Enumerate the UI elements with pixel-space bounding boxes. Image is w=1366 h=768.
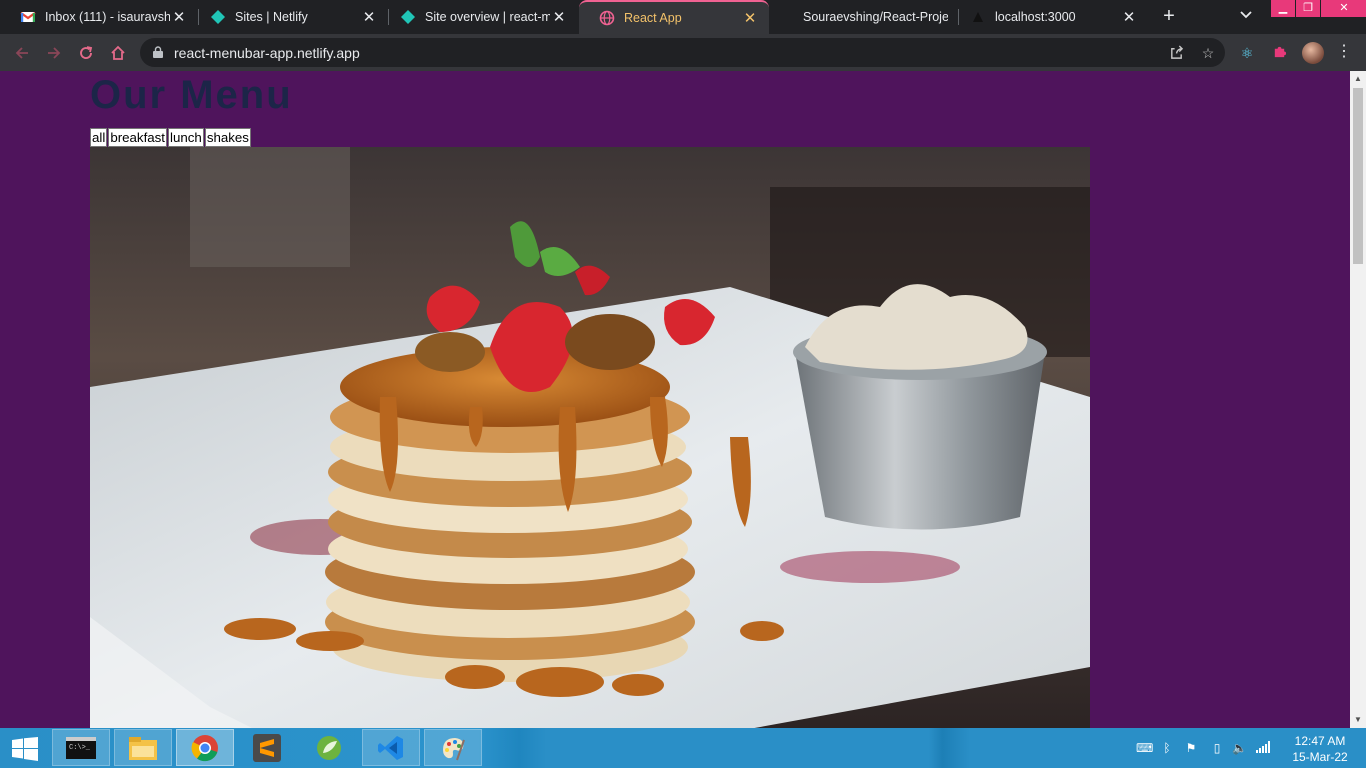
share-icon[interactable] [1168,45,1184,61]
reload-button[interactable] [75,42,97,64]
menu-kebab-icon[interactable]: ⋮ [1336,42,1352,62]
tab-title: Souraevshing/React-Projects [803,10,948,24]
volume-icon[interactable]: 🔈 [1232,741,1247,755]
home-button[interactable] [107,42,129,64]
cmd-taskbar-icon[interactable]: C:\>_ [52,729,110,766]
tab-site-overview[interactable]: Site overview | react-menubar-app ✕ [380,0,578,34]
restore-button[interactable]: ❐ [1296,0,1320,17]
action-center-flag-icon[interactable]: ⚑ [1184,741,1198,755]
vscode-taskbar-icon[interactable] [362,729,420,766]
close-tab-icon[interactable]: ✕ [1120,8,1138,26]
close-window-button[interactable]: ✕ [1321,0,1366,17]
minimize-button[interactable]: ▁ [1271,0,1295,17]
close-tab-icon[interactable]: ✕ [550,8,568,26]
filter-all-button[interactable]: all [90,128,108,147]
network-icon[interactable] [1256,741,1270,755]
category-filters: all breakfast lunch shakes [90,128,252,147]
new-tab-button[interactable]: + [1158,6,1180,28]
tab-github-repo[interactable]: Souraevshing/React-Projects [783,0,958,34]
tab-react-app[interactable]: React App ✕ [579,0,769,34]
filter-lunch-button[interactable]: lunch [168,128,204,147]
tab-title: React App [624,11,682,25]
bluetooth-icon[interactable]: ᛒ [1160,741,1174,755]
windows-start-icon[interactable] [12,737,38,761]
sublime-text-taskbar-icon[interactable] [238,729,296,766]
tab-title: Sites | Netlify [235,10,308,24]
globe-icon [599,10,615,26]
forward-button[interactable] [43,42,65,64]
extensions-puzzle-icon[interactable] [1270,44,1288,62]
pancake-stack-photo [90,147,1090,728]
filter-breakfast-button[interactable]: breakfast [108,128,168,147]
clock-time: 12:47 AM [1294,734,1346,748]
tab-search-chevron-icon[interactable] [1237,8,1255,26]
tab-netlify-sites[interactable]: Sites | Netlify ✕ [190,0,388,34]
page-viewport: Our Menu all breakfast lunch shakes ▲ ▼ [0,71,1366,728]
url-text: react-menubar-app.netlify.app [174,45,360,61]
close-tab-icon[interactable]: ✕ [170,8,188,26]
page-title: Our Menu [90,73,293,117]
tab-localhost[interactable]: localhost:3000 ✕ [950,0,1148,34]
scroll-down-icon[interactable]: ▼ [1350,712,1366,728]
clock-date: 15-Mar-22 [1292,750,1348,764]
tab-title: Inbox (111) - isauravshing@gmail.com [45,10,170,24]
lock-icon [153,46,163,58]
netlify-icon [401,10,415,24]
window-controls: ▁ ❐ ✕ [1270,0,1366,18]
file-explorer-taskbar-icon[interactable] [114,729,172,766]
back-button[interactable] [11,42,33,64]
paint-taskbar-icon[interactable] [424,729,482,766]
close-tab-icon[interactable]: ✕ [360,8,378,26]
battery-icon[interactable]: ▯ [1210,741,1224,755]
windows-taskbar: C:\>_ ⌨ ᛒ ⚑ ▯ 🔈 12:47 AM 15-Mar-22 [0,728,1366,768]
netlify-icon [211,10,225,24]
tab-inbox[interactable]: Inbox (111) - isauravshing@gmail.com ✕ [0,0,198,34]
spring-tool-suite-taskbar-icon[interactable] [300,729,358,766]
close-tab-icon[interactable]: ✕ [741,9,759,27]
chrome-taskbar-icon[interactable] [176,729,234,766]
react-devtools-icon[interactable]: ⚛ [1238,44,1256,62]
scroll-thumb[interactable] [1353,88,1363,264]
tab-strip: Inbox (111) - isauravshing@gmail.com ✕ S… [0,0,1366,34]
bookmark-star-icon[interactable]: ☆ [1200,45,1216,61]
tab-title: localhost:3000 [995,10,1076,24]
gmail-icon [20,12,36,22]
tab-title: Site overview | react-menubar-app [425,10,550,24]
profile-avatar[interactable] [1302,42,1324,64]
svg-text:C:\>_: C:\>_ [69,744,91,752]
scroll-up-icon[interactable]: ▲ [1350,71,1366,87]
filter-shakes-button[interactable]: shakes [204,128,251,147]
language-icon[interactable]: ⌨ [1136,741,1153,755]
page-scrollbar[interactable]: ▲ ▼ [1350,71,1366,728]
address-bar[interactable]: react-menubar-app.netlify.app ☆ [140,38,1225,67]
browser-toolbar: react-menubar-app.netlify.app ☆ ⚛ ⋮ [0,34,1366,71]
triangle-icon [973,12,983,22]
system-clock[interactable]: 12:47 AM 15-Mar-22 [1282,733,1358,765]
